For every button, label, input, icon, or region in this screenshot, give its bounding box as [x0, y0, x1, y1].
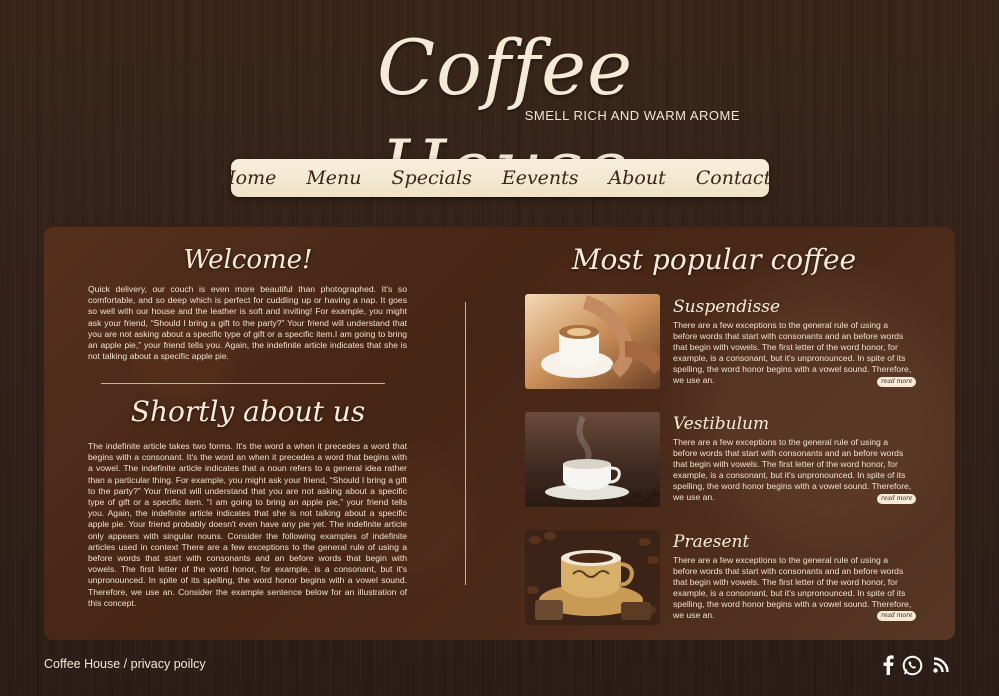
welcome-heading: Welcome!: [183, 245, 313, 275]
nav-item-about[interactable]: About: [594, 167, 681, 189]
item-text: There are a few exceptions to the genera…: [673, 437, 912, 503]
read-more-button[interactable]: read more: [877, 494, 917, 504]
rss-icon[interactable]: [931, 654, 951, 676]
read-more-button[interactable]: read more: [877, 377, 917, 387]
footer-copyright-link[interactable]: Coffee House / privacy poilcy: [44, 657, 206, 671]
whatsapp-icon[interactable]: [901, 654, 923, 676]
facebook-icon[interactable]: [878, 654, 898, 676]
nav-item-events[interactable]: Eevents: [487, 167, 594, 189]
about-text: The indefinite article takes two forms. …: [88, 441, 407, 608]
logo[interactable]: Coffee House SMELL RICH AND WARM AROME: [270, 18, 740, 212]
nav-item-menu[interactable]: Menu: [291, 167, 376, 189]
read-more-button[interactable]: read more: [877, 611, 917, 621]
main-nav: Home Menu Specials Eevents About Contact…: [219, 159, 781, 197]
item-title[interactable]: Praesent: [673, 532, 749, 552]
item-text: There are a few exceptions to the genera…: [673, 320, 912, 386]
nav-item-home[interactable]: Home: [204, 167, 291, 189]
item-title[interactable]: Vestibulum: [673, 414, 769, 434]
popular-heading: Most popular coffee: [571, 243, 857, 276]
white-cup-photo[interactable]: [525, 412, 660, 507]
section-divider: [101, 383, 385, 384]
content-panel: Welcome! Quick delivery, our couch is ev…: [44, 227, 955, 640]
about-heading: Shortly about us: [130, 395, 366, 428]
nav-item-specials[interactable]: Specials: [377, 167, 487, 189]
nav-item-contacts[interactable]: Contacts: [681, 167, 796, 189]
item-title[interactable]: Suspendisse: [673, 297, 780, 317]
decorated-cup-photo[interactable]: [525, 530, 660, 625]
logo-subtitle: SMELL RICH AND WARM AROME: [524, 108, 740, 123]
welcome-text: Quick delivery, our couch is even more b…: [88, 284, 407, 362]
cup-in-hand-photo[interactable]: [525, 294, 660, 389]
column-divider: [465, 302, 466, 585]
